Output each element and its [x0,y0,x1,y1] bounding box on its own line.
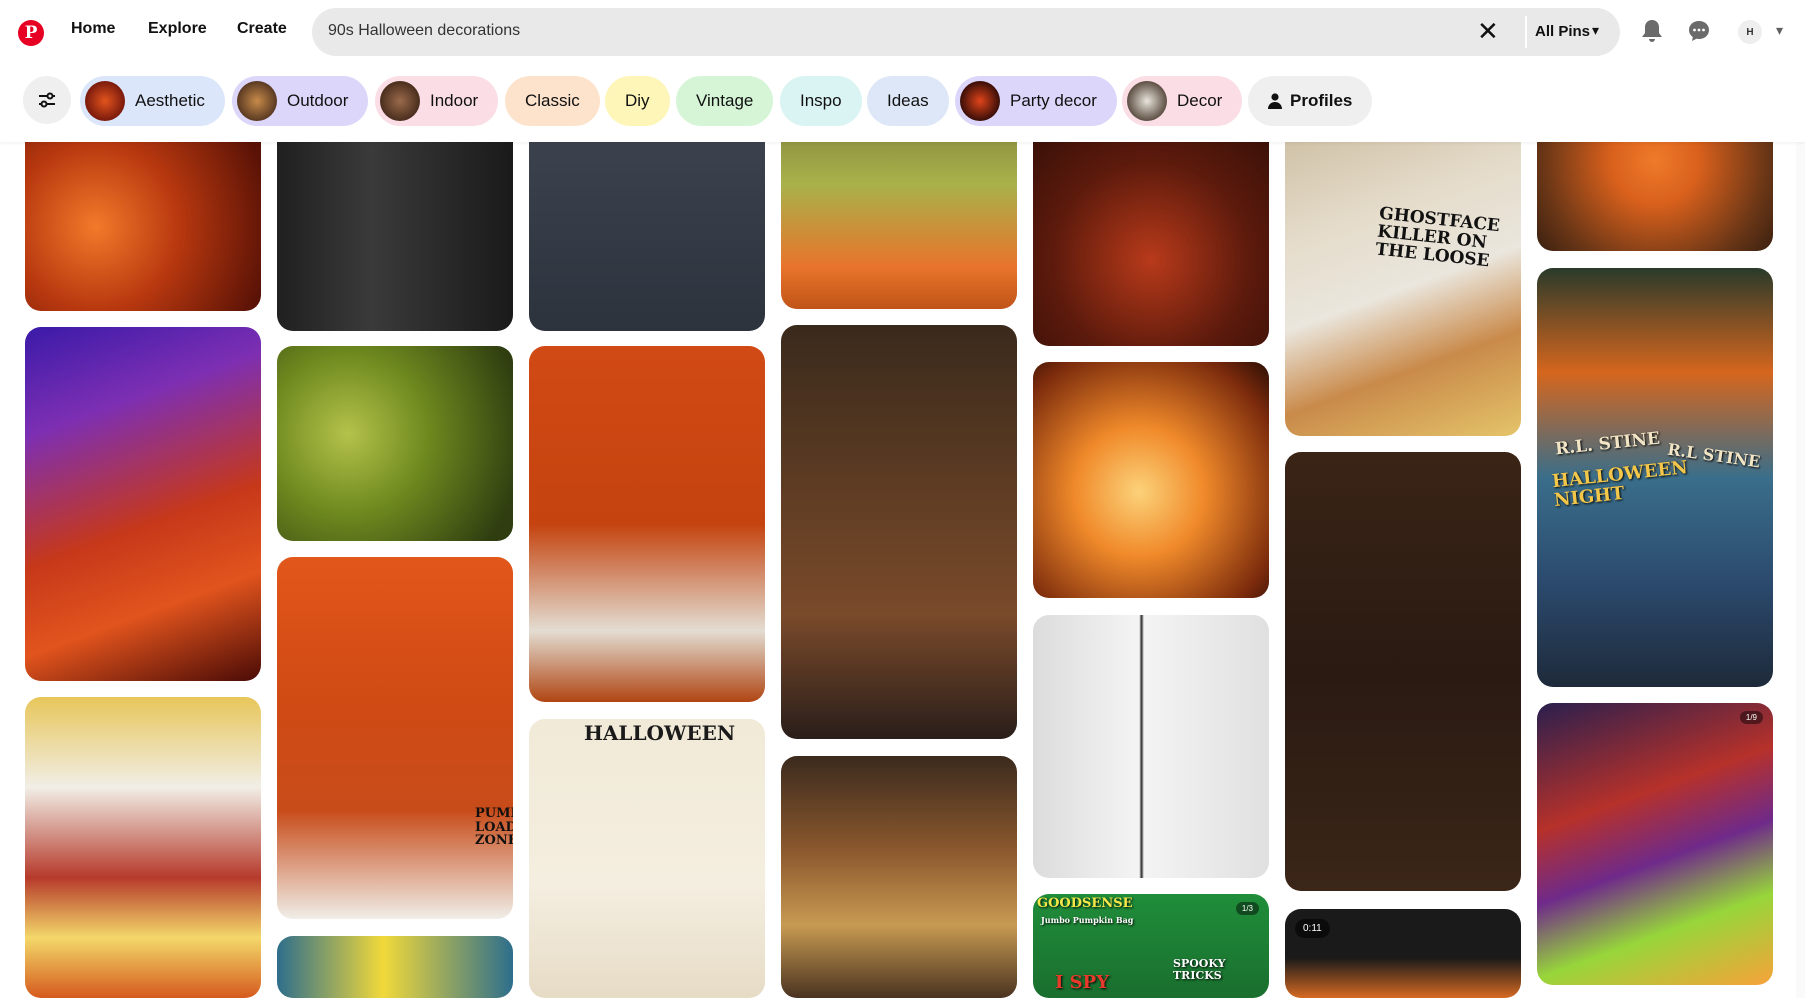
chip-indoor[interactable]: Indoor [375,76,499,126]
goodsense-label: GOODSENSE [1037,896,1133,911]
search-scope-dropdown[interactable]: All Pins [1535,23,1590,40]
clear-search-icon[interactable]: ✕ [1477,18,1499,44]
chip-decor[interactable]: Decor [1122,76,1243,126]
search-input[interactable]: 90s Halloween decorations [328,22,520,40]
chip-outdoor[interactable]: Outdoor [232,76,369,126]
jumbo-bag-label: Jumbo Pumpkin Bag [1041,915,1134,925]
account-chevron-icon[interactable]: ▾ [1776,22,1783,39]
chip-classic[interactable]: Classic [505,76,600,126]
i-spy-label: I SPY [1055,972,1110,993]
pin-card[interactable] [25,327,261,681]
chip-vintage[interactable]: Vintage [676,76,774,126]
pin-card[interactable] [1033,615,1269,878]
pin-card[interactable]: PUMP LOAD ZONE [277,557,513,919]
bell-icon[interactable] [1638,17,1666,45]
chip-label: Classic [525,91,580,110]
chat-bubble-icon[interactable] [1685,17,1713,45]
chip-thumbnail [237,81,277,121]
chip-label: Profiles [1290,91,1353,110]
pin-card[interactable]: 1/9 [1537,703,1773,985]
nav-create[interactable]: Create [237,20,287,38]
person-icon [1268,93,1282,109]
chip-label: Outdoor [287,91,349,110]
chip-thumbnail [960,81,1000,121]
pin-card[interactable] [1285,452,1521,891]
top-nav-bar: P Home Explore Create 90s Halloween deco… [0,0,1805,64]
avatar[interactable]: H [1738,20,1762,44]
ghostface-headline: GHOSTFACE KILLER ON THE LOOSE [1374,203,1501,271]
chip-aesthetic[interactable]: Aesthetic [80,76,225,126]
pin-feed: PUMP LOAD ZONE HALLOWEEN 1/3 GOODSENSE J… [0,0,1805,998]
sliders-icon [39,92,55,108]
halloween-poster-title: HALLOWEEN [584,721,736,745]
chip-diy[interactable]: Diy [605,76,670,126]
filter-chip-bar: Aesthetic Outdoor Indoor Classic Diy Vin… [0,64,1805,142]
chip-ideas[interactable]: Ideas [867,76,949,126]
pin-card[interactable]: 1/3 GOODSENSE Jumbo Pumpkin Bag SPOOKY T… [1033,894,1269,998]
pin-card[interactable] [277,346,513,541]
pin-card[interactable] [25,697,261,998]
pin-card[interactable] [781,756,1017,998]
nav-explore[interactable]: Explore [148,20,207,38]
pin-card[interactable]: R.L. STINE HALLOWEEN NIGHT R.L STINE [1537,268,1773,687]
chip-party-decor[interactable]: Party decor [955,76,1117,126]
chip-label: Decor [1177,91,1223,110]
pin-card[interactable]: GHOSTFACE KILLER ON THE LOOSE [1285,100,1521,436]
video-duration-badge: 0:11 [1295,919,1330,938]
chip-thumbnail [1127,81,1167,121]
pin-card[interactable] [1033,362,1269,598]
chip-label: Ideas [887,91,929,110]
chip-thumbnail [380,81,420,121]
pump-zone-sign: PUMP LOAD ZONE [475,806,513,849]
chip-profiles[interactable]: Profiles [1248,76,1373,126]
search-bar[interactable]: 90s Halloween decorations ✕ All Pins ▾ [312,8,1620,56]
book-title-label: HALLOWEEN NIGHT [1551,457,1689,512]
spooky-tricks-label: SPOOKY TRICKS [1173,957,1226,982]
pin-card[interactable] [277,936,513,998]
chip-label: Vintage [696,91,754,110]
nav-home[interactable]: Home [71,20,115,38]
scrollbar[interactable] [1796,142,1805,998]
pinterest-logo[interactable]: P [18,20,44,46]
chip-label: Inspo [800,91,842,110]
chevron-down-icon[interactable]: ▾ [1592,22,1599,39]
chip-label: Party decor [1010,91,1097,110]
pin-page-indicator: 1/9 [1739,711,1763,724]
pin-card[interactable] [529,346,765,702]
chip-label: Diy [625,91,650,110]
pin-card[interactable] [781,325,1017,739]
chip-label: Aesthetic [135,91,205,110]
chip-thumbnail [85,81,125,121]
filter-settings-button[interactable] [23,76,71,124]
book-author-label: R.L. STINE [1554,428,1661,460]
chip-label: Indoor [430,91,479,110]
chip-inspo[interactable]: Inspo [780,76,862,126]
search-divider [1525,16,1527,48]
pin-card[interactable]: HALLOWEEN [529,719,765,998]
pin-card[interactable]: 0:11 [1285,909,1521,998]
pin-page-indicator: 1/3 [1235,902,1259,915]
